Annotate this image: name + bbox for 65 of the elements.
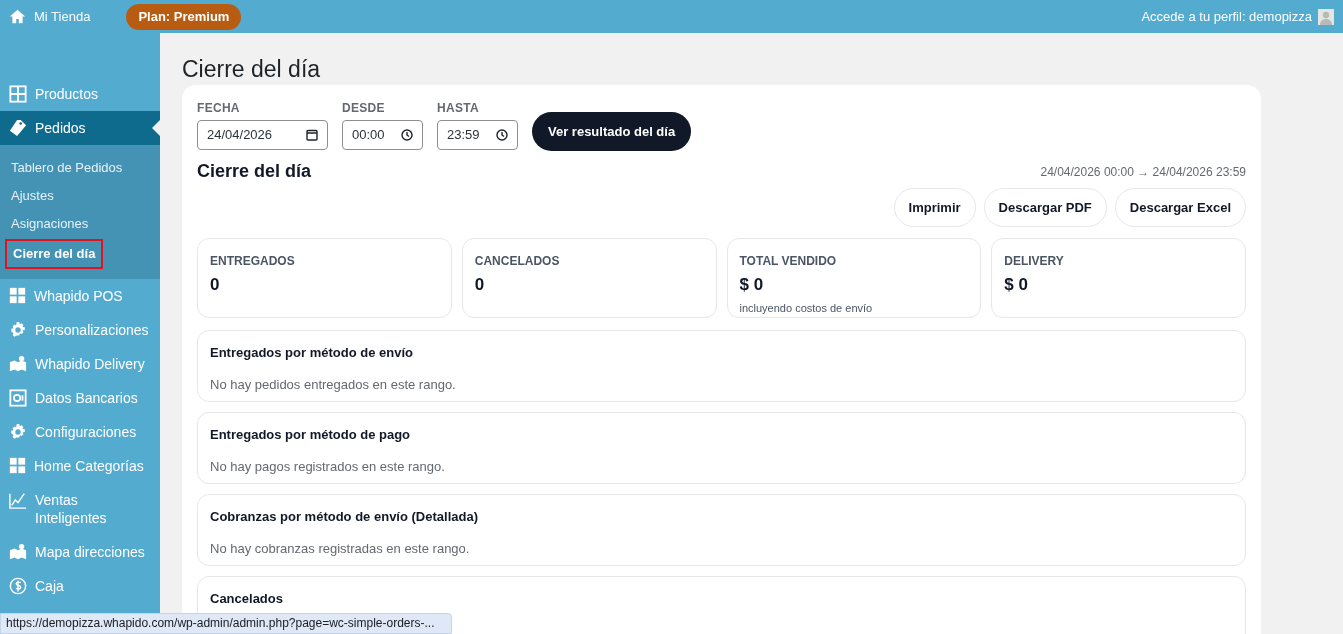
submit-button[interactable]: Ver resultado del día [532, 112, 692, 151]
chart-icon [9, 491, 27, 509]
time-field[interactable]: 23:59 [437, 120, 518, 150]
settings-icon [9, 423, 27, 441]
site-link[interactable]: Mi Tienda [9, 6, 91, 27]
sidebar-item[interactable]: Whapido POS [0, 279, 160, 313]
field-label: DESDE [342, 100, 386, 117]
sidebar-item[interactable]: Ventas Inteligentes [0, 483, 160, 535]
sidebar-item[interactable]: Personalizaciones [0, 313, 160, 347]
stat-label: ENTREGADOS [210, 253, 295, 270]
map-icon [9, 543, 27, 561]
submenu-item[interactable]: Asignaciones [5, 211, 95, 237]
home-icon [9, 8, 26, 25]
sidebar-item[interactable]: Whapido Delivery [0, 347, 160, 381]
section-title: Entregados por método de pago [210, 426, 411, 444]
action-button[interactable]: Descargar PDF [983, 188, 1107, 227]
action-button[interactable]: Imprimir [893, 188, 976, 227]
empty-message: No hay pedidos entregados en este rango. [210, 375, 456, 394]
section-title: Cobranzas por método de envío (Detallada) [210, 508, 478, 526]
stat-value: 0 [474, 274, 485, 296]
submenu-item[interactable]: Ajustes [5, 183, 60, 209]
empty-message: No hay cobranzas registradas en este rango. [210, 539, 470, 558]
clock-icon[interactable] [401, 129, 413, 141]
stat-note: incluyendo costos de envío [739, 300, 873, 316]
sidebar-item[interactable]: Productos [0, 77, 160, 111]
tiles-icon [9, 457, 26, 474]
plan-badge: Plan: Premium [126, 3, 242, 30]
action-button[interactable]: Descargar Excel [1114, 188, 1246, 227]
clock-icon[interactable] [496, 129, 508, 141]
submenu-item[interactable]: Tablero de Pedidos [5, 155, 129, 181]
safe-icon [9, 389, 27, 407]
grid-icon [9, 85, 27, 103]
stat-label: CANCELADOS [474, 253, 560, 270]
empty-message: No hay pagos registrados en este rango. [210, 457, 445, 476]
section-title: Entregados por método de envío [210, 344, 413, 362]
stat-value: $ 0 [739, 274, 764, 296]
sidebar-item[interactable]: Caja [0, 569, 160, 603]
sidebar-item[interactable]: Pedidos [0, 111, 160, 145]
sidebar-item[interactable]: Configuraciones [0, 415, 160, 449]
sidebar-item[interactable]: Home Categorías [0, 449, 160, 483]
stat-value: $ 0 [1004, 274, 1028, 296]
active-pointer-icon [152, 120, 160, 136]
stat-label: TOTAL VENDIDO [739, 253, 837, 270]
sidebar-item[interactable]: Mapa direcciones [0, 535, 160, 569]
calendar-icon[interactable] [306, 129, 318, 141]
field-label: FECHA [197, 100, 241, 117]
field-label: HASTA [437, 100, 480, 117]
dollar-icon [9, 577, 27, 595]
sidebar-item[interactable]: Datos Bancarios [0, 381, 160, 415]
report-title: Cierre del día [197, 160, 312, 183]
date-field[interactable]: 24/04/2026 [197, 120, 328, 150]
section-title: Cancelados [210, 590, 283, 608]
time-field[interactable]: 00:00 [342, 120, 423, 150]
profile-link[interactable]: Accede a tu perfil: demopizza [1141, 6, 1334, 27]
stat-label: DELIVERY [1004, 253, 1064, 270]
page-title: Cierre del día [182, 55, 321, 83]
link-preview-tooltip: https://demopizza.whapido.com/wp-admin/admin.php?page=wc-simple-orders-... [0, 613, 452, 634]
tiles-icon [9, 287, 26, 304]
settings-icon [9, 321, 27, 339]
stat-value: 0 [210, 274, 220, 296]
avatar-icon [1318, 8, 1334, 25]
date-range: 24/04/2026 00:00 → 24/04/2026 23:59 [1040, 163, 1246, 181]
tag-icon [9, 119, 27, 137]
submenu-item[interactable]: Cierre del día [5, 239, 104, 269]
map-icon [9, 355, 27, 373]
